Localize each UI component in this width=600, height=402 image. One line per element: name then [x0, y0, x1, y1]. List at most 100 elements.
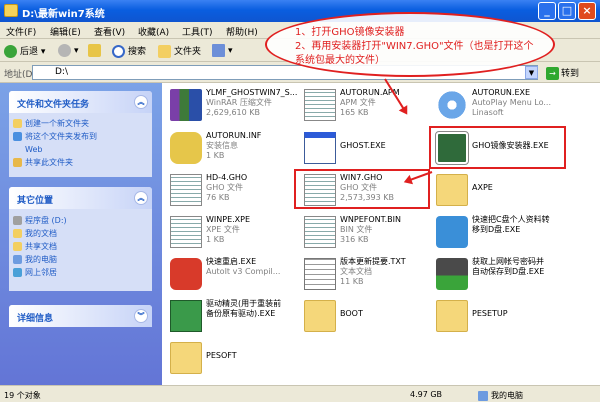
folder-icon — [4, 4, 18, 17]
go-button[interactable]: → 转到 — [546, 66, 579, 80]
file-item[interactable]: AXPE — [430, 171, 570, 211]
share-icon — [13, 158, 22, 167]
file-type: 安装信息 — [206, 141, 238, 150]
file-name: PESETUP — [472, 309, 508, 318]
file-size: 1 KB — [206, 151, 225, 160]
file-name: WINPE.XPE — [206, 215, 251, 224]
instruction-callout: 1、打开GHO镜像安装器 2、再用安装器打开"WIN7.GHO"文件（也是打开这… — [265, 12, 555, 77]
place-network[interactable]: 网上邻居 — [9, 266, 152, 279]
file-name: GHOST.EXE — [340, 141, 386, 150]
details-panel-title: 详细信息 — [17, 314, 54, 324]
file-item[interactable]: AUTORUN.EXE AutoPlay Menu Lo... Linasoft — [430, 86, 570, 126]
file-name: AUTORUN.EXE — [472, 88, 531, 97]
task-pane: 文件和文件夹任务 ︽ 创建一个新文件夹 将这个文件夹发布到 Web 共享此文件夹… — [0, 83, 162, 385]
file-item[interactable]: 快速把C盘个人资料转 移到D盘.EXE — [430, 213, 570, 253]
task-publish-label: 将这个文件夹发布到 — [25, 132, 97, 141]
place-shared-documents[interactable]: 共享文档 — [9, 240, 152, 253]
task-web-label: Web — [25, 145, 43, 154]
menu-help[interactable]: 帮助(H) — [226, 25, 258, 38]
tasks-panel-header[interactable]: 文件和文件夹任务 ︽ — [9, 91, 152, 113]
file-item[interactable]: 驱动精灵(用于重装前 备份原有驱动).EXE — [164, 297, 304, 337]
folder-icon — [436, 174, 468, 206]
place-drive-label: 程序盘 (D:) — [25, 216, 67, 225]
search-button[interactable]: 搜索 — [112, 44, 146, 58]
forward-button[interactable]: ▾ — [58, 44, 79, 57]
file-item[interactable]: YLMF_GHOSTWIN7_S... WinRAR 压缩文件 2,629,61… — [164, 86, 304, 126]
go-arrow-icon: → — [546, 67, 559, 80]
file-size: 316 KB — [340, 235, 369, 244]
file-name: 驱动精灵(用于重装前 — [206, 299, 282, 308]
file-item[interactable]: WINPE.XPE XPE 文件 1 KB — [164, 213, 304, 253]
file-icon — [304, 89, 336, 121]
back-button[interactable]: 后退 ▾ — [4, 44, 45, 58]
file-item[interactable]: HD-4.GHO GHO 文件 76 KB — [164, 171, 304, 211]
task-publish-web-cont[interactable]: Web — [9, 143, 152, 156]
menu-favorites[interactable]: 收藏(A) — [138, 25, 169, 38]
computer-icon — [13, 255, 22, 264]
file-type: WinRAR 压缩文件 — [206, 98, 272, 107]
task-share-label: 共享此文件夹 — [25, 158, 73, 167]
publish-icon — [13, 132, 22, 141]
file-item[interactable]: GHOST.EXE — [298, 129, 438, 169]
file-name: 快速重启.EXE — [206, 257, 257, 266]
network-icon — [13, 268, 22, 277]
details-panel: 详细信息 ︾ — [9, 305, 152, 327]
file-item[interactable]: WNPEFONT.BIN BIN 文件 316 KB — [298, 213, 438, 253]
place-drive-d[interactable]: 程序盘 (D:) — [9, 214, 152, 227]
file-name: PESOFT — [206, 351, 237, 360]
up-button[interactable] — [88, 44, 104, 57]
file-size: 76 KB — [206, 193, 230, 202]
rar-archive-icon — [170, 89, 202, 121]
file-size: 2,629,610 KB — [206, 108, 260, 117]
expand-icon[interactable]: ︾ — [134, 309, 148, 323]
collapse-icon[interactable]: ︽ — [134, 191, 148, 205]
file-item[interactable]: PESOFT — [164, 339, 304, 379]
status-bar: 19 个对象 4.97 GB 我的电脑 — [0, 385, 600, 402]
file-name: 快速把C盘个人资料转 — [472, 215, 550, 224]
folders-icon — [158, 45, 171, 58]
search-label: 搜索 — [128, 47, 147, 57]
details-panel-header[interactable]: 详细信息 ︾ — [9, 305, 152, 327]
cd-icon — [436, 89, 468, 121]
drive-icon — [13, 216, 22, 225]
places-panel-header[interactable]: 其它位置 ︽ — [9, 187, 152, 209]
shared-docs-icon — [13, 242, 22, 251]
file-type: AutoIt v3 Compil... — [206, 267, 281, 276]
close-button[interactable]: × — [578, 2, 596, 20]
task-new-folder[interactable]: 创建一个新文件夹 — [9, 117, 152, 130]
instruction-step-1: 1、打开GHO镜像安装器 — [295, 27, 405, 38]
collapse-icon[interactable]: ︽ — [134, 95, 148, 109]
location-text: 我的电脑 — [491, 391, 523, 400]
file-item[interactable]: 获取上网帐号密码并 自动保存到D盘.EXE — [430, 255, 570, 295]
tasks-panel: 文件和文件夹任务 ︽ 创建一个新文件夹 将这个文件夹发布到 Web 共享此文件夹 — [9, 91, 152, 177]
views-button[interactable]: ▾ — [212, 44, 233, 57]
file-name-cont: 备份原有驱动).EXE — [206, 309, 276, 318]
file-type: APM 文件 — [340, 98, 376, 107]
file-item[interactable]: AUTORUN.APM APM 文件 165 KB — [298, 86, 438, 126]
search-icon — [112, 45, 125, 58]
menu-tools[interactable]: 工具(T) — [182, 25, 213, 38]
place-my-documents[interactable]: 我的文档 — [9, 227, 152, 240]
menu-edit[interactable]: 编辑(E) — [50, 25, 81, 38]
total-size: 4.97 GB — [410, 390, 443, 399]
place-my-computer[interactable]: 我的电脑 — [9, 253, 152, 266]
maximize-button[interactable]: □ — [558, 2, 576, 20]
file-icon — [170, 174, 202, 206]
file-item[interactable]: AUTORUN.INF 安装信息 1 KB — [164, 129, 304, 169]
file-item[interactable]: BOOT — [298, 297, 438, 337]
task-share-folder[interactable]: 共享此文件夹 — [9, 156, 152, 169]
file-name-cont: 自动保存到D盘.EXE — [472, 267, 545, 276]
file-item[interactable]: 版本更新提要.TXT 文本文档 11 KB — [298, 255, 438, 295]
file-item[interactable]: PESETUP — [430, 297, 570, 337]
menu-file[interactable]: 文件(F) — [6, 25, 36, 38]
minimize-button[interactable]: _ — [538, 2, 556, 20]
folders-button[interactable]: 文件夹 — [158, 44, 201, 58]
task-publish-web[interactable]: 将这个文件夹发布到 — [9, 130, 152, 143]
forward-arrow-icon — [58, 44, 71, 57]
place-network-label: 网上邻居 — [25, 268, 57, 277]
title-bar[interactable]: D:\最新win7系统 _ □ × — [0, 0, 600, 22]
places-panel-title: 其它位置 — [17, 196, 54, 206]
file-item[interactable]: 快速重启.EXE AutoIt v3 Compil... — [164, 255, 304, 295]
menu-view[interactable]: 查看(V) — [94, 25, 125, 38]
file-name: BOOT — [340, 309, 363, 318]
